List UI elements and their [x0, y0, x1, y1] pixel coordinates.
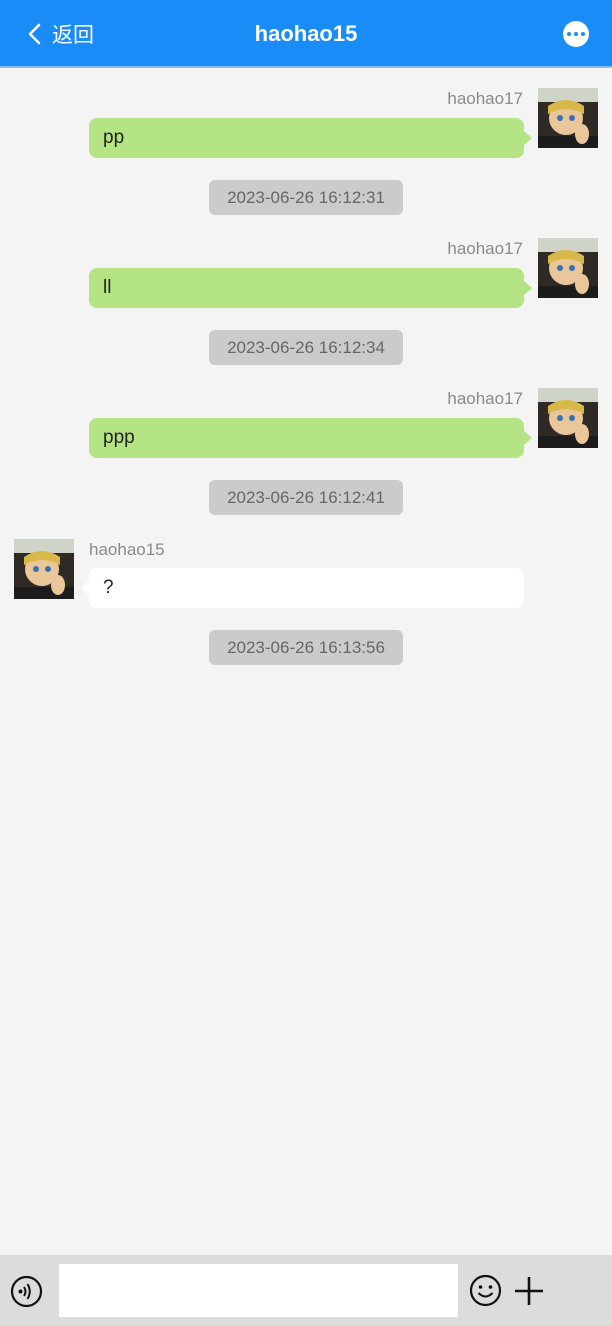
- more-icon[interactable]: [563, 21, 589, 47]
- avatar[interactable]: [14, 539, 74, 599]
- page-title: haohao15: [254, 21, 358, 46]
- sender-name: haohao17: [447, 239, 523, 258]
- message-bubble[interactable]: ppp: [89, 418, 532, 458]
- sender-name: haohao17: [447, 389, 523, 408]
- message-bubble[interactable]: ll: [89, 268, 532, 308]
- plus-icon[interactable]: [513, 1275, 545, 1307]
- emoji-icon[interactable]: [469, 1274, 502, 1307]
- message-bubble[interactable]: pp: [89, 118, 532, 158]
- sender-name: haohao17: [447, 89, 523, 108]
- timestamp: 2023-06-26 16:12:34: [209, 330, 403, 365]
- timestamp: 2023-06-26 16:12:31: [209, 180, 403, 215]
- avatar[interactable]: [538, 388, 598, 448]
- avatar[interactable]: [538, 88, 598, 148]
- timestamp: 2023-06-26 16:12:41: [209, 480, 403, 515]
- message-bubble[interactable]: ?: [81, 568, 524, 608]
- top-nav-bar: 返回 haohao15: [0, 0, 612, 68]
- timestamp: 2023-06-26 16:13:56: [209, 630, 403, 665]
- input-bar: [0, 1255, 612, 1326]
- avatar[interactable]: [538, 238, 598, 298]
- message-input[interactable]: [59, 1264, 458, 1317]
- voice-icon[interactable]: [10, 1275, 43, 1308]
- sender-name: haohao15: [89, 540, 165, 559]
